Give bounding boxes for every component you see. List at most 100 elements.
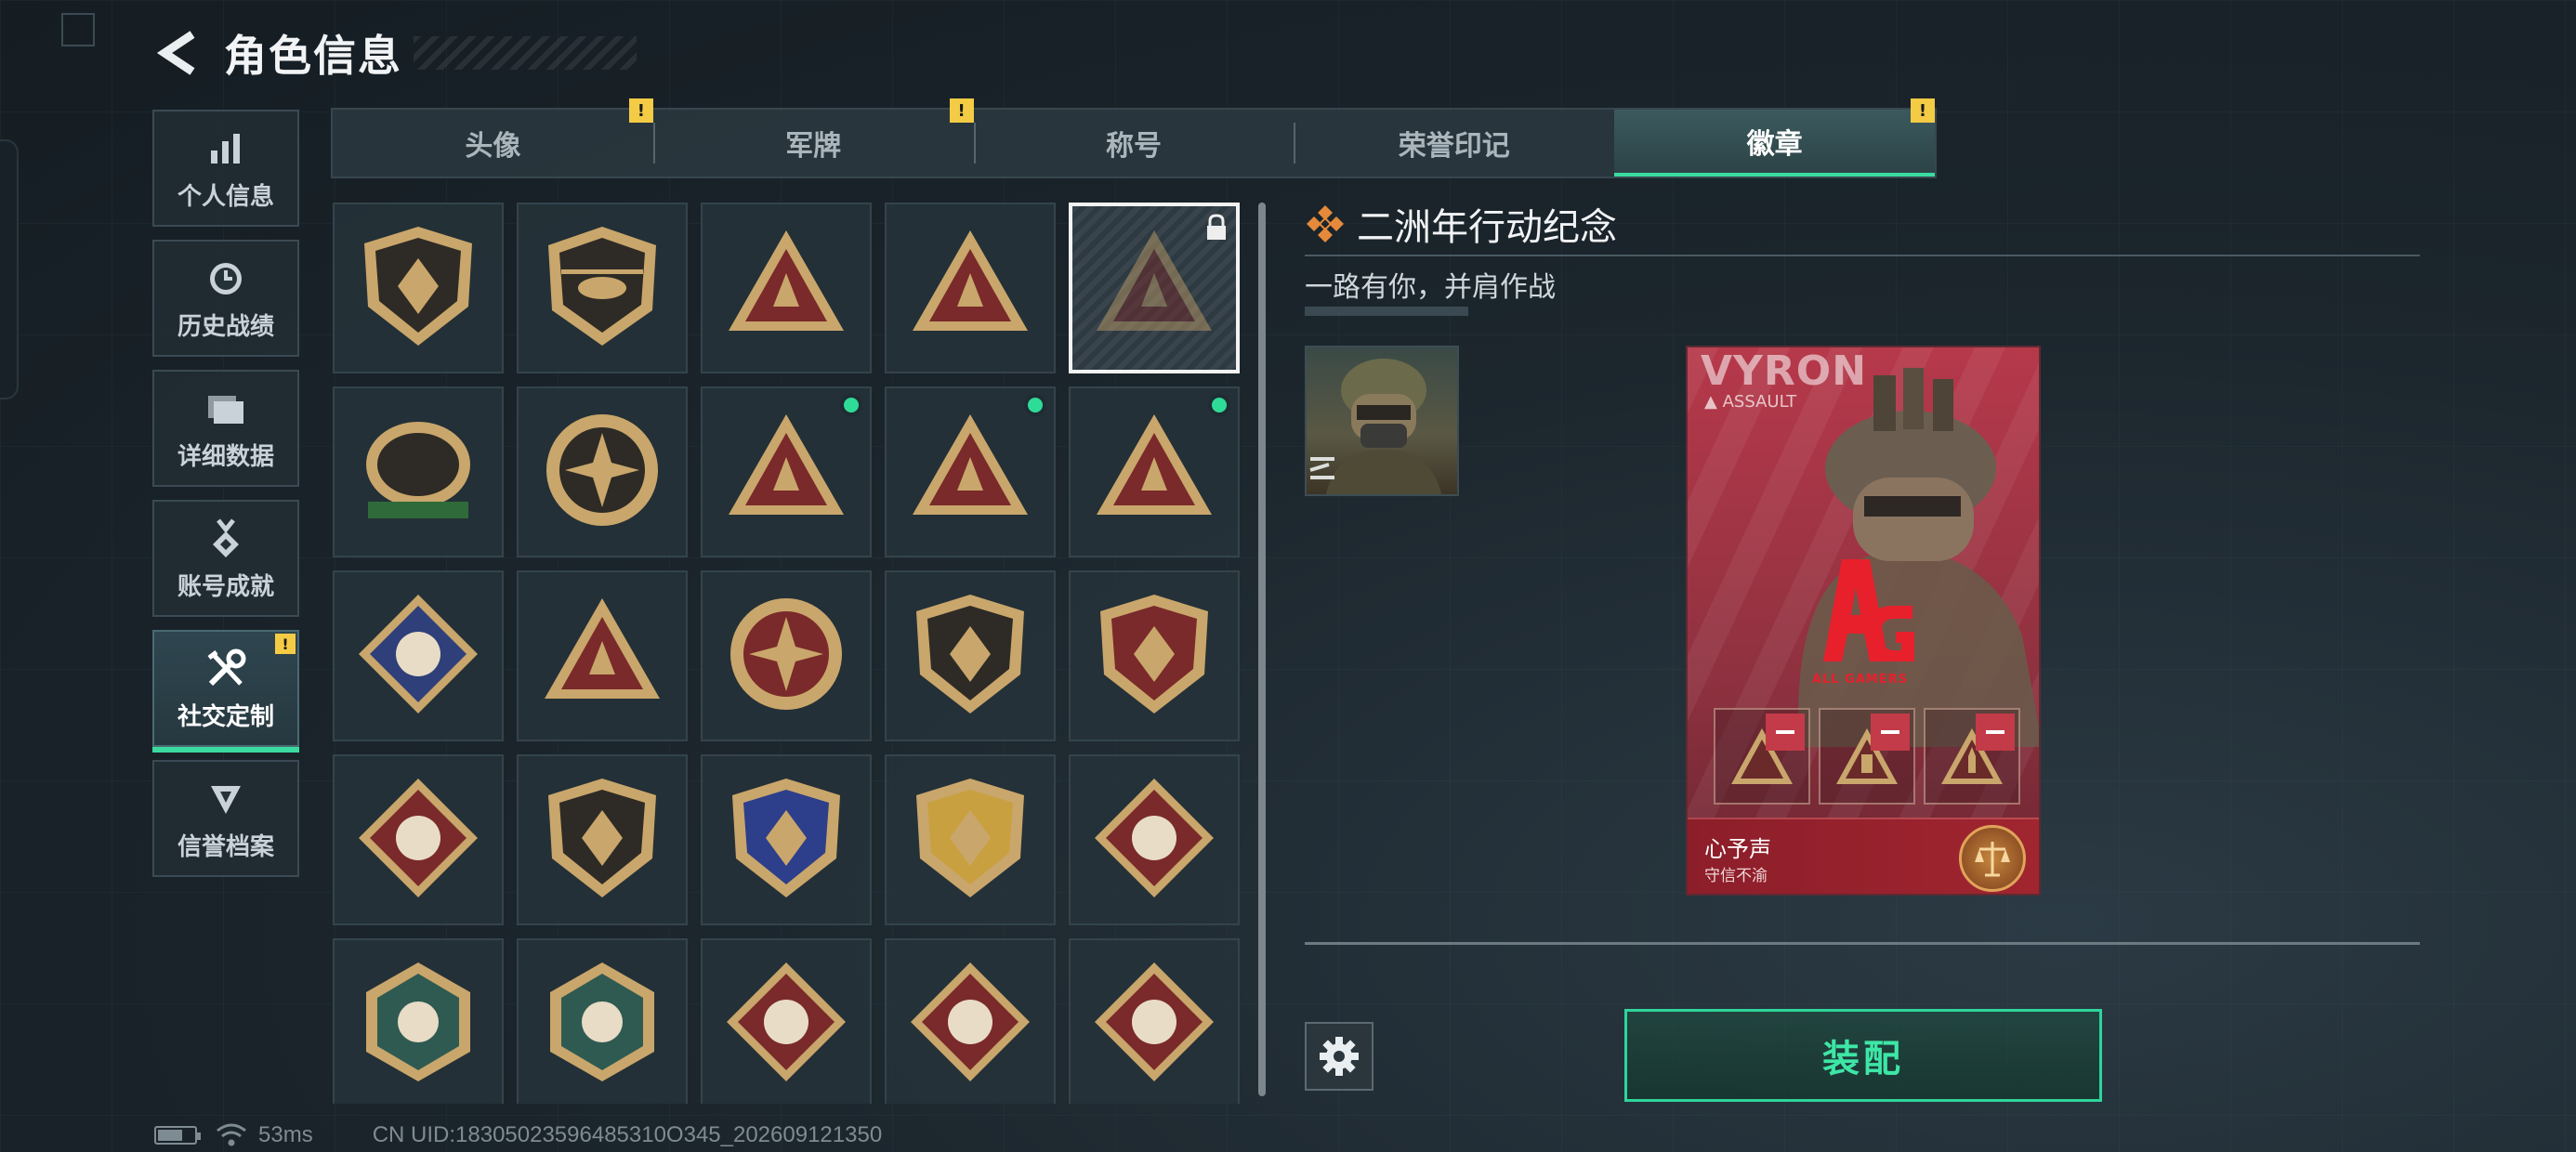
helicopter-badge-icon — [537, 221, 667, 355]
new-indicator-dot — [840, 394, 862, 416]
lock-icon — [1204, 214, 1229, 245]
nav-item-personal-info[interactable]: 个人信息 — [152, 110, 299, 227]
crosshair-blue-badge-icon — [721, 773, 851, 907]
badge-cell[interactable] — [1069, 203, 1240, 373]
remove-badge-button[interactable] — [1766, 713, 1805, 751]
stars-shield-badge-icon — [1089, 589, 1219, 723]
badge-grid — [333, 203, 1243, 1104]
gear-icon — [1320, 1037, 1359, 1076]
badge-cell[interactable] — [517, 938, 688, 1104]
alert-badge: ! — [1910, 98, 1935, 123]
back-arrow-icon — [156, 31, 195, 75]
equipped-badge-slot[interactable] — [1714, 708, 1810, 805]
tab-honor-mark[interactable]: 荣誉印记 — [1294, 110, 1614, 177]
tab-label: 荣誉印记 — [1398, 130, 1510, 163]
badge-cell[interactable] — [333, 203, 504, 373]
nav-item-credit-record[interactable]: 信誉档案 — [152, 760, 299, 877]
bar-chart-icon — [207, 125, 244, 172]
nav-label: 个人信息 — [177, 182, 274, 211]
anniversary-2-badge-icon — [1089, 221, 1219, 355]
badge-cell[interactable] — [517, 754, 688, 925]
wifi-icon — [217, 1123, 246, 1146]
nav-item-achievements[interactable]: 账号成就 — [152, 500, 299, 617]
badge-cell[interactable] — [1069, 570, 1240, 741]
badge-cell[interactable] — [701, 570, 872, 741]
team-logo — [1823, 559, 1914, 661]
rocket-triangle-badge-icon — [1089, 405, 1219, 539]
badge-cell[interactable] — [885, 386, 1056, 557]
badge-cell[interactable] — [885, 203, 1056, 373]
badge-cell[interactable] — [701, 938, 872, 1104]
clock-history-icon — [206, 255, 245, 302]
badge-cell[interactable] — [1069, 754, 1240, 925]
badge-cell[interactable] — [1069, 938, 1240, 1104]
badge-cell[interactable] — [517, 386, 688, 557]
badge-cell[interactable] — [517, 203, 688, 373]
alert-badge: ! — [275, 634, 296, 654]
star-compass-badge-icon — [721, 589, 851, 723]
nav-label: 详细数据 — [177, 442, 274, 471]
soldiers-triangle-badge-icon — [905, 405, 1035, 539]
equipped-badge-slot[interactable] — [1924, 708, 2020, 805]
user-uid: CN UID:18305023596485310O345_20260912135… — [372, 1122, 883, 1147]
back-button[interactable] — [153, 25, 200, 81]
nav-label: 账号成就 — [177, 572, 274, 601]
dragon-diamond-badge-icon — [905, 957, 1035, 1091]
equipped-badge-slot[interactable] — [1819, 708, 1915, 805]
crosshair-gold-badge-icon — [905, 773, 1035, 907]
player-avatar[interactable] — [1305, 346, 1459, 496]
badge-cell[interactable] — [333, 754, 504, 925]
usb-triangle-badge-icon — [721, 405, 851, 539]
wasp-hexagon-badge-icon — [353, 957, 483, 1091]
delta-force-2026-globe-badge-icon — [537, 405, 667, 539]
nav-label: 信誉档案 — [177, 832, 274, 861]
divider — [1305, 942, 2420, 945]
equip-button[interactable]: 装配 — [1624, 1009, 2102, 1102]
side-nav: 个人信息 历史战绩 详细数据 账号成就 ! 社交定制 信誉档案 — [152, 110, 299, 890]
badge-cell[interactable] — [701, 754, 872, 925]
new-indicator-dot — [1024, 394, 1046, 416]
tab-badge[interactable]: 徽章 ! — [1614, 98, 1935, 177]
nav-item-history[interactable]: 历史战绩 — [152, 240, 299, 357]
operator-name: VYRON — [1701, 347, 1868, 395]
tab-bar: 头像 ! 军牌 ! 称号 荣誉印记 徽章 ! — [331, 98, 1937, 178]
alert-badge: ! — [949, 98, 974, 123]
badge-name: 二洲年行动纪念 — [1357, 206, 1617, 249]
feather-triangle-badge-icon — [721, 221, 851, 355]
delta-force-2026-banner-badge-icon — [353, 405, 483, 539]
badge-cell[interactable] — [517, 570, 688, 741]
badge-cell[interactable] — [1069, 386, 1240, 557]
tab-avatar[interactable]: 头像 ! — [333, 98, 653, 177]
achievement-medal-icon — [207, 516, 244, 562]
badge-grid-scrollbar[interactable] — [1258, 203, 1266, 1096]
tab-dog-tag[interactable]: 军牌 ! — [652, 98, 974, 177]
badge-cell[interactable] — [333, 570, 504, 741]
settings-button[interactable] — [1305, 1022, 1373, 1091]
nav-item-detailed-data[interactable]: 详细数据 — [152, 370, 299, 487]
badge-cell[interactable] — [701, 203, 872, 373]
badge-cell[interactable] — [333, 386, 504, 557]
page-title: 角色信息 — [224, 31, 402, 81]
remove-badge-button[interactable] — [1871, 713, 1910, 751]
hazmat-triangle-badge-icon — [537, 589, 667, 723]
player-name: 心予声 — [1704, 836, 1771, 862]
rifle-shield-badge-icon — [537, 773, 667, 907]
badge-cell[interactable] — [701, 386, 872, 557]
wolf-diamond-badge-icon — [1089, 773, 1219, 907]
tab-title[interactable]: 称号 — [973, 110, 1295, 177]
nav-item-social-custom[interactable]: ! 社交定制 — [152, 630, 299, 753]
badge-cell[interactable] — [333, 938, 504, 1104]
equipped-badge-slots — [1714, 708, 2020, 808]
badge-detail-header: 二洲年行动纪念 — [1305, 197, 1617, 251]
player-motto: 守信不渝 — [1704, 867, 1768, 885]
badge-cell[interactable] — [885, 938, 1056, 1104]
badge-cell[interactable] — [885, 754, 1056, 925]
dark-shield-badge-icon — [905, 589, 1035, 723]
remove-badge-button[interactable] — [1976, 713, 2015, 751]
scales-emblem-icon — [1959, 825, 2026, 892]
tab-label: 军牌 — [785, 130, 842, 163]
team-logo-subtext: ALL GAMERS — [1812, 673, 1909, 687]
operator-role-text: ASSAULT — [1722, 392, 1797, 412]
tab-label: 徽章 — [1746, 128, 1803, 161]
badge-cell[interactable] — [885, 570, 1056, 741]
